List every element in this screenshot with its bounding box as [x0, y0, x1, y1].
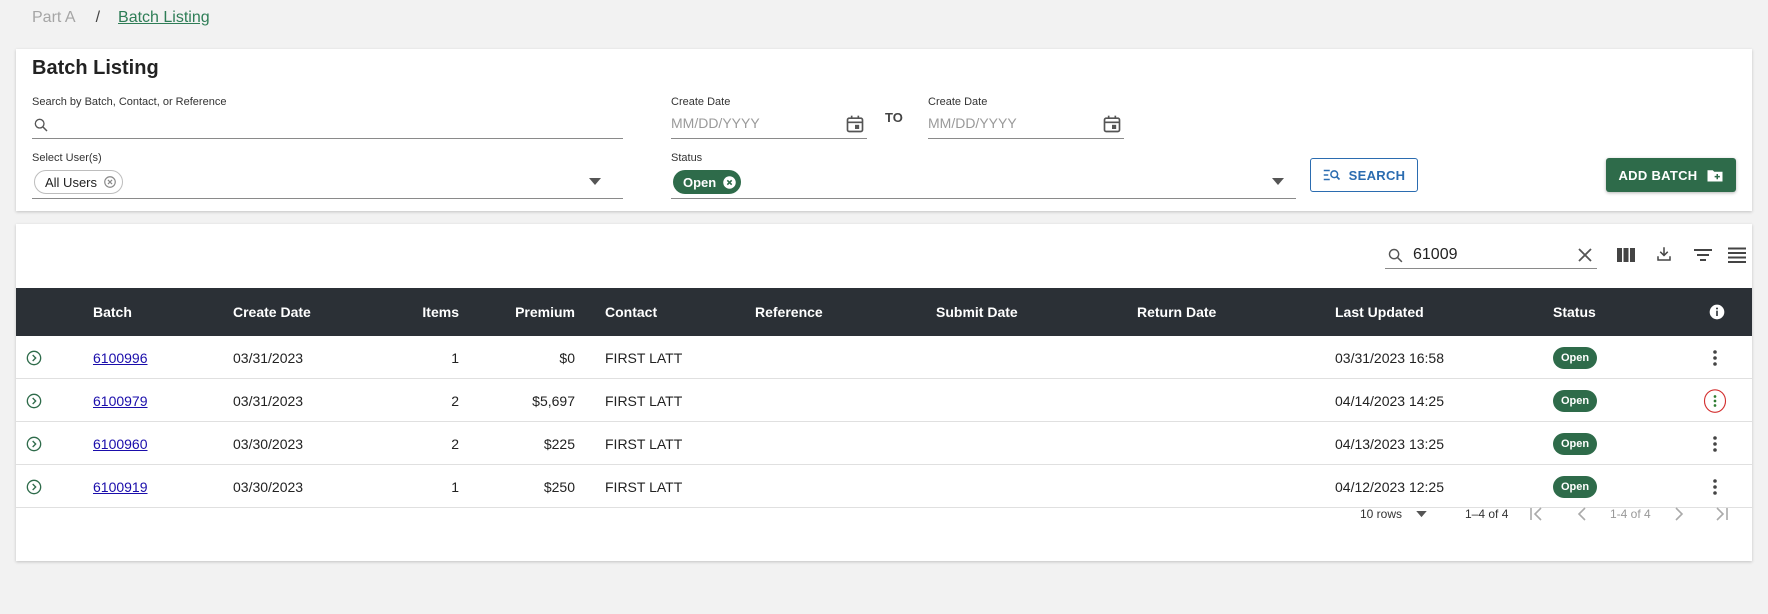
last-updated-cell: 03/31/2023 16:58 — [1335, 349, 1444, 366]
premium-cell: $0 — [559, 349, 575, 366]
search-icon — [1385, 245, 1405, 265]
column-header-reference[interactable]: Reference — [755, 288, 823, 336]
items-cell: 1 — [451, 349, 459, 366]
search-button[interactable]: SEARCH — [1310, 158, 1418, 192]
table-header: Batch Create Date Items Premium Contact … — [16, 288, 1752, 336]
contact-cell: FIRST LATT — [605, 349, 683, 366]
density-icon[interactable] — [1725, 244, 1749, 266]
search-icon — [32, 116, 50, 134]
chevron-down-icon[interactable] — [585, 172, 605, 192]
search-button-label: SEARCH — [1348, 167, 1406, 183]
clear-icon[interactable] — [1575, 245, 1595, 265]
search-list-icon — [1323, 168, 1341, 182]
users-chip[interactable]: All Users — [34, 170, 124, 194]
add-batch-label: ADD BATCH — [1618, 167, 1698, 183]
create-date-from-label: Create Date — [671, 96, 731, 108]
breadcrumb-current[interactable]: Batch Listing — [118, 9, 210, 27]
info-icon[interactable] — [1709, 288, 1725, 336]
create-date-cell: 03/31/2023 — [233, 349, 304, 366]
calendar-icon[interactable] — [844, 113, 866, 135]
last-page-icon[interactable] — [1715, 489, 1729, 539]
create-date-cell: 03/31/2023 — [233, 392, 304, 409]
next-page-icon[interactable] — [1674, 489, 1684, 539]
page-range-right: 1-4 of 4 — [1610, 507, 1651, 521]
status-badge: Open — [1553, 432, 1598, 455]
more-vert-icon[interactable] — [1703, 336, 1727, 379]
status-badge: Open — [1553, 346, 1598, 369]
to-label: TO — [885, 110, 903, 125]
add-batch-button[interactable]: ADD BATCH — [1606, 158, 1736, 192]
filter-panel: Batch Listing Search by Batch, Contact, … — [16, 49, 1752, 211]
clear-icon[interactable] — [721, 174, 737, 190]
table-search-underline — [1385, 268, 1597, 269]
batch-link[interactable]: 6100960 — [93, 436, 148, 452]
download-icon[interactable] — [1652, 243, 1676, 265]
premium-cell: $225 — [543, 435, 575, 452]
batch-link[interactable]: 6100979 — [93, 393, 148, 409]
breadcrumb-parent[interactable]: Part A — [32, 9, 76, 27]
column-header-premium[interactable]: Premium — [459, 288, 575, 336]
users-label: Select User(s) — [32, 152, 102, 164]
batch-table-card: 61009 Batch Create Date Items Premium Co… — [16, 224, 1752, 561]
batch-link[interactable]: 6100996 — [93, 350, 148, 366]
chevron-down-icon — [1416, 510, 1427, 518]
table-row[interactable]: 6100996 03/31/2023 1 $0 FIRST LATT 03/31… — [16, 336, 1752, 379]
users-chip-label: All Users — [45, 174, 98, 190]
breadcrumb-separator: / — [95, 9, 101, 26]
search-underline — [32, 138, 623, 139]
expand-row-icon[interactable] — [26, 422, 42, 465]
status-underline — [671, 198, 1296, 199]
search-input[interactable] — [56, 112, 616, 138]
expand-row-icon[interactable] — [26, 336, 42, 379]
breadcrumb: Part A / Batch Listing — [32, 9, 210, 27]
column-header-submit-date[interactable]: Submit Date — [936, 288, 1018, 336]
table-row[interactable]: 6100979 03/31/2023 2 $5,697 FIRST LATT 0… — [16, 379, 1752, 422]
first-page-icon[interactable] — [1529, 489, 1543, 539]
calendar-icon[interactable] — [1101, 113, 1123, 135]
column-header-status[interactable]: Status — [1553, 288, 1596, 336]
last-updated-cell: 04/13/2023 13:25 — [1335, 435, 1444, 452]
page-range-left: 1–4 of 4 — [1465, 507, 1509, 521]
column-header-return-date[interactable]: Return Date — [1137, 288, 1216, 336]
users-underline — [32, 198, 623, 199]
clear-icon[interactable] — [102, 174, 118, 190]
status-chip-label: Open — [683, 174, 717, 190]
premium-cell: $5,697 — [532, 392, 575, 409]
expand-row-icon[interactable] — [26, 379, 42, 422]
filter-icon[interactable] — [1691, 244, 1715, 266]
folder-add-icon — [1706, 168, 1724, 183]
column-header-items[interactable]: Items — [337, 288, 459, 336]
table-search-input[interactable]: 61009 — [1413, 246, 1458, 264]
columns-icon[interactable] — [1614, 244, 1638, 266]
column-header-contact[interactable]: Contact — [605, 288, 657, 336]
more-vert-icon[interactable] — [1703, 422, 1727, 465]
create-date-from-underline — [671, 138, 867, 139]
table-pagination: 10 rows 1–4 of 4 1-4 of 4 — [16, 489, 1752, 539]
table-row[interactable]: 6100960 03/30/2023 2 $225 FIRST LATT 04/… — [16, 422, 1752, 465]
create-date-to-label: Create Date — [928, 96, 988, 108]
status-badge: Open — [1553, 389, 1598, 412]
contact-cell: FIRST LATT — [605, 435, 683, 452]
contact-cell: FIRST LATT — [605, 392, 683, 409]
status-chip[interactable]: Open — [673, 170, 742, 194]
create-date-to-underline — [928, 138, 1124, 139]
column-header-last-updated[interactable]: Last Updated — [1335, 288, 1424, 336]
prev-page-icon[interactable] — [1577, 489, 1587, 539]
chevron-down-icon[interactable] — [1268, 172, 1288, 192]
status-label: Status — [671, 152, 703, 164]
more-vert-icon[interactable] — [1703, 379, 1727, 422]
items-cell: 2 — [451, 392, 459, 409]
page-title: Batch Listing — [32, 57, 159, 79]
last-updated-cell: 04/14/2023 14:25 — [1335, 392, 1444, 409]
create-date-to-input[interactable]: MM/DD/YYYY — [928, 115, 1017, 131]
create-date-cell: 03/30/2023 — [233, 435, 304, 452]
column-header-batch[interactable]: Batch — [93, 288, 132, 336]
items-cell: 2 — [451, 435, 459, 452]
rows-per-page-select[interactable]: 10 rows — [1360, 489, 1427, 539]
create-date-from-input[interactable]: MM/DD/YYYY — [671, 115, 760, 131]
search-label: Search by Batch, Contact, or Reference — [32, 96, 227, 108]
column-header-create-date[interactable]: Create Date — [233, 288, 311, 336]
rows-per-page-label: 10 rows — [1360, 507, 1403, 521]
